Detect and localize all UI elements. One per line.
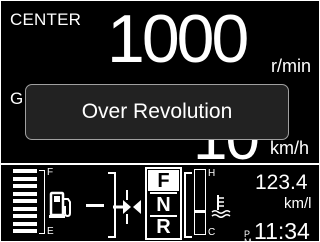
clock-time: 11:34 — [254, 218, 310, 242]
temperature-level — [194, 210, 206, 213]
section-divider — [1, 163, 319, 165]
speed-label: G — [10, 89, 24, 108]
fuel-pump-icon — [49, 191, 75, 224]
fuel-bar — [13, 206, 37, 211]
fuel-economy-value: 123.4 — [255, 171, 308, 194]
rpm-value: 1000 — [107, 1, 249, 77]
shift-direction-icon — [113, 187, 141, 232]
fuel-full-label: F — [47, 167, 54, 178]
fuel-gauge-bars — [13, 169, 37, 233]
dashboard-display: CENTER 1000 r/min G 10 km/h Over Revolut… — [0, 0, 320, 242]
gear-indicator: F N R — [145, 167, 182, 240]
temperature-hot-label: H — [208, 168, 216, 179]
coolant-temp-icon — [211, 194, 231, 223]
fuel-bar — [13, 184, 37, 188]
temperature-gauge — [194, 169, 206, 235]
transmission-bracket-right — [184, 172, 192, 238]
dash-separator — [86, 204, 104, 207]
fuel-bar — [13, 169, 37, 173]
gear-forward: F — [148, 170, 179, 192]
rpm-unit: r/min — [271, 56, 311, 76]
speed-unit: km/h — [270, 138, 310, 158]
meridiem-indicator: A P M — [244, 222, 252, 242]
fuel-bar — [13, 221, 37, 226]
warning-popup: Over Revolution — [25, 84, 289, 140]
fuel-gauge-scale — [39, 170, 45, 234]
fuel-bar — [13, 229, 37, 233]
gear-neutral: N — [156, 194, 171, 216]
meridiem-m: M — [244, 237, 252, 242]
gear-reverse: R — [156, 216, 171, 238]
temperature-cold-label: C — [208, 227, 216, 238]
fuel-economy-unit: km/l — [284, 195, 312, 212]
fuel-bar — [13, 176, 37, 181]
fuel-empty-label: E — [47, 226, 54, 237]
mode-label: CENTER — [10, 10, 82, 29]
fuel-bar — [13, 191, 37, 196]
fuel-bar — [13, 214, 37, 218]
fuel-bar — [13, 199, 37, 203]
warning-message: Over Revolution — [81, 100, 233, 123]
